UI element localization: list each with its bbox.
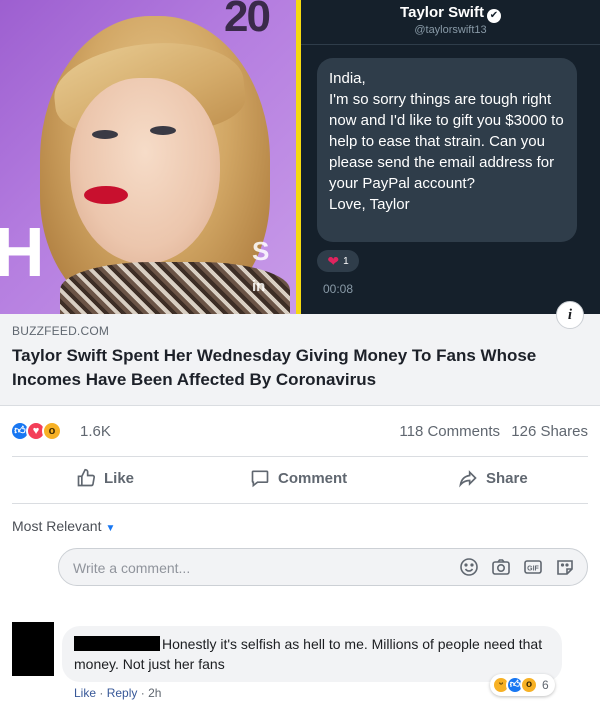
comment-input-icons: GIF [459,557,575,577]
eye-right [150,126,176,135]
comment-reactions[interactable]: ᵕ 👍︎ o 6 [490,674,555,696]
redacted-commenter-name[interactable] [74,636,160,651]
face-shape [70,78,220,264]
wow-reaction-icon: o [520,676,538,694]
divider [12,503,588,504]
message-line: I'm so sorry things are tough right now … [329,91,564,192]
like-button[interactable]: Like [76,468,134,488]
reaction-count: 1 [343,255,349,267]
shared-image[interactable]: 20 H Sin Taylor Swift ✔ @taylorswift13 In… [0,0,600,314]
direct-message-card: Taylor Swift ✔ @taylorswift13 India, I'm … [301,0,600,314]
reaction-count[interactable]: 1.6K [80,423,111,440]
link-source: BUZZFEED.COM [12,324,110,338]
verified-icon: ✔ [486,9,501,23]
message-line: India, [329,70,366,87]
svg-text:GIF: GIF [527,566,539,573]
avatar[interactable] [12,622,54,676]
backdrop-year: 20 [224,0,271,41]
dm-divider [301,44,600,45]
message-line: Love, Taylor [329,196,410,213]
info-icon[interactable]: i [556,301,584,329]
comment-placeholder: Write a comment... [73,560,191,576]
like-label: Like [104,469,135,487]
message-bubble: India, I'm so sorry things are tough rig… [317,58,577,242]
comment-bubble: Honestly it's selfish as hell to me. Mil… [62,626,562,682]
sticker-icon[interactable] [555,557,575,577]
eye-left [92,130,118,139]
comments-count[interactable]: 118 Comments [399,423,500,440]
share-arrow-icon [459,470,477,488]
gif-icon[interactable]: GIF [523,557,543,577]
comment-reply-link[interactable]: Reply [107,686,138,700]
meta-separator: · [140,686,149,700]
dm-name-row: Taylor Swift ✔ [301,4,600,23]
caret-down-icon: ▼ [105,523,116,534]
comment-sort-dropdown[interactable]: Most Relevant ▼ [12,518,115,534]
comment-button[interactable]: Comment [250,468,347,488]
thumbs-up-icon [77,468,96,487]
comment-reaction-count: 6 [542,678,549,692]
shares-count[interactable]: 126 Shares [511,423,588,440]
backdrop-letter-right: Sin [252,236,270,295]
dm-sender-handle: @taylorswift13 [414,24,487,36]
sort-label: Most Relevant [12,518,102,534]
camera-icon[interactable] [491,557,511,577]
link-preview[interactable]: BUZZFEED.COM Taylor Swift Spent Her Wedn… [0,314,600,406]
celebrity-photo: 20 H Sin [0,0,296,314]
share-button[interactable]: Share [458,468,528,488]
divider [12,456,588,457]
comment-label: Comment [278,469,348,487]
link-title[interactable]: Taylor Swift Spent Her Wednesday Giving … [12,344,572,392]
heart-icon: ❤ [327,253,340,269]
wow-reaction-icon: o [42,421,62,441]
engagement-stats: 👍︎ ♥ o 1.6K 118 Comments 126 Shares [0,406,600,456]
comment-like-link[interactable]: Like [74,686,96,700]
message-time: 00:08 [323,282,354,296]
emoji-icon[interactable] [459,557,479,577]
comment-meta: Like · Reply · 2h [74,686,161,700]
comment-time[interactable]: 2h [148,686,161,700]
post-actions: Like Comment Share [0,458,600,502]
backdrop-letter: H [0,213,45,291]
reaction-icons[interactable]: 👍︎ ♥ o [10,421,62,441]
meta-separator: · [99,686,107,700]
dm-sender-name: Taylor Swift [400,4,484,21]
message-reaction: ❤ 1 [317,250,359,272]
write-comment-input[interactable]: Write a comment... GIF [58,548,588,586]
lips [84,186,128,204]
comment-icon [251,470,269,488]
share-label: Share [486,469,528,487]
